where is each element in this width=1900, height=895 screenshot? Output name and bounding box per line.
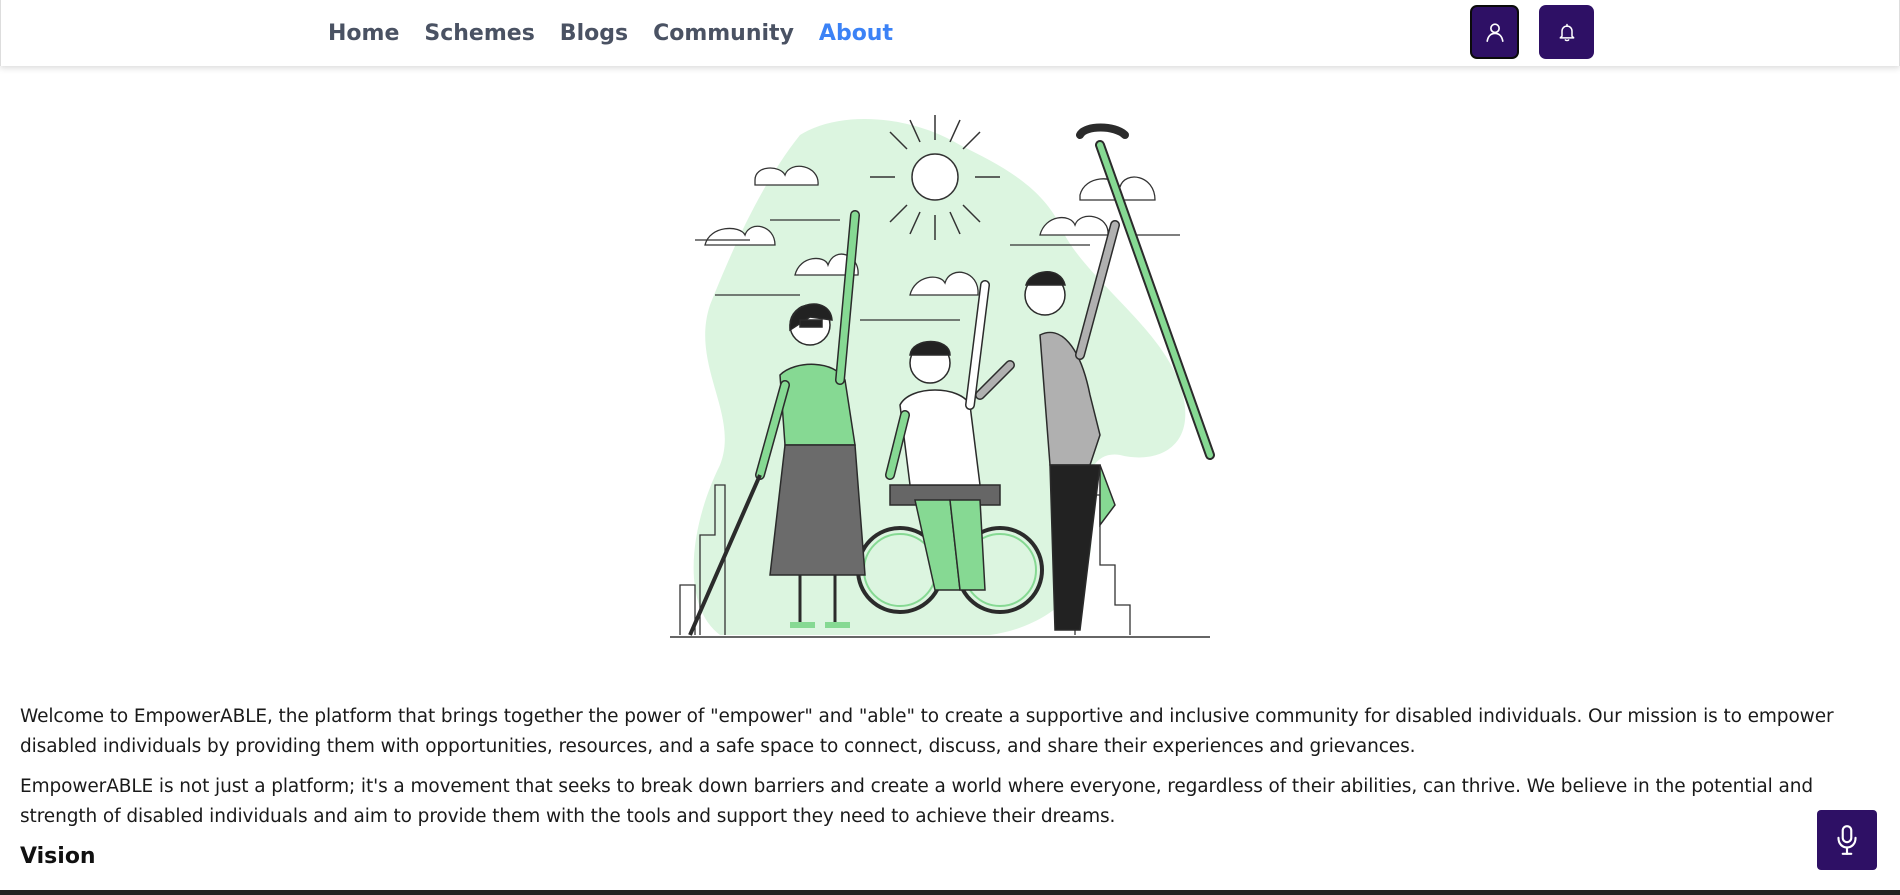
hero-illustration (660, 105, 1220, 645)
main-navigation: Home Schemes Blogs Community About (328, 0, 893, 66)
bell-icon (1559, 23, 1574, 42)
nav-blogs[interactable]: Blogs (560, 21, 628, 46)
nav-home[interactable]: Home (328, 21, 399, 46)
profile-button[interactable] (1470, 5, 1519, 59)
nav-schemes[interactable]: Schemes (424, 21, 534, 46)
vision-heading: Vision (20, 844, 96, 869)
mission-paragraph: EmpowerABLE is not just a platform; it's… (20, 776, 1813, 827)
microphone-icon (1837, 825, 1857, 855)
user-icon (1485, 23, 1504, 42)
bottom-edge (0, 890, 1900, 895)
celebration-illustration (670, 115, 1215, 638)
voice-assistant-button[interactable] (1817, 810, 1877, 870)
nav-about[interactable]: About (819, 21, 893, 46)
nav-community[interactable]: Community (653, 21, 794, 46)
top-navbar: Home Schemes Blogs Community About (0, 0, 1900, 66)
intro-paragraph: Welcome to EmpowerABLE, the platform tha… (20, 706, 1834, 757)
about-content: Welcome to EmpowerABLE, the platform tha… (20, 702, 1860, 869)
notifications-button[interactable] (1539, 5, 1594, 59)
